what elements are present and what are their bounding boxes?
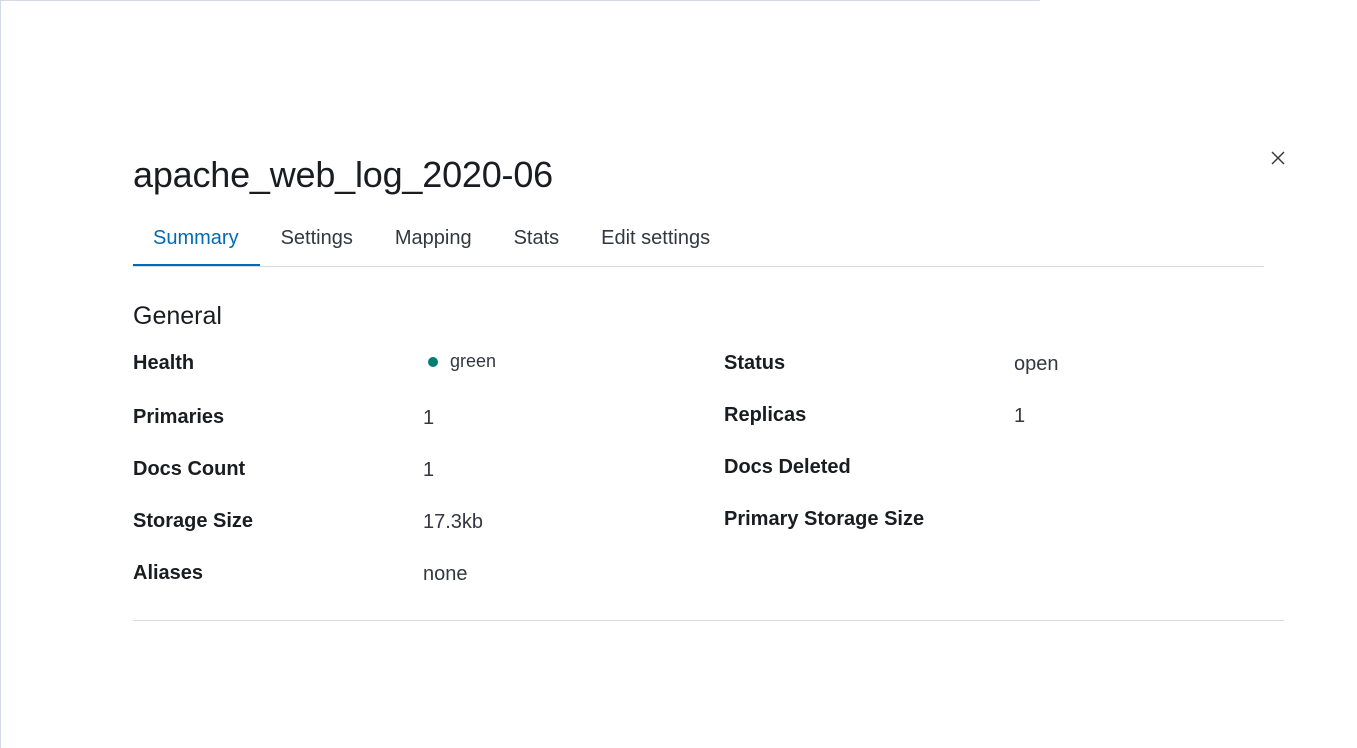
tab-mapping[interactable]: Mapping [374, 212, 493, 265]
tab-edit-settings[interactable]: Edit settings [580, 212, 731, 265]
status-value: open [1014, 353, 1059, 375]
replicas-label: Replicas [724, 404, 807, 426]
tab-stats-label: Stats [513, 227, 560, 249]
tab-stats[interactable]: Stats [493, 212, 581, 265]
section-title-general: General [133, 302, 222, 330]
docs-count-label: Docs Count [133, 458, 246, 480]
primaries-label: Primaries [133, 406, 225, 428]
close-button[interactable] [1266, 146, 1290, 170]
flyout-title: apache_web_log_2020-06 [133, 154, 553, 195]
tab-summary-label: Summary [153, 227, 239, 249]
status-label: Status [724, 352, 786, 374]
tab-settings[interactable]: Settings [260, 212, 374, 265]
tab-edit-settings-label: Edit settings [601, 227, 711, 249]
primary-storage-size-label: Primary Storage Size [724, 508, 925, 530]
health-value: green [426, 351, 496, 372]
tab-mapping-label: Mapping [394, 227, 472, 249]
storage-size-label: Storage Size [133, 510, 254, 532]
health-status-dot-icon [428, 356, 438, 367]
tab-summary[interactable]: Summary [133, 212, 260, 266]
primaries-value: 1 [423, 407, 435, 429]
close-icon [1271, 151, 1285, 165]
health-value-text: green [450, 351, 497, 371]
aliases-value: none [423, 563, 468, 585]
docs-deleted-label: Docs Deleted [724, 456, 851, 478]
docs-count-value: 1 [423, 459, 435, 481]
index-details-flyout: apache_web_log_2020-06 Summary Settings … [0, 0, 1357, 748]
section-divider [133, 620, 1284, 621]
tab-settings-label: Settings [280, 227, 353, 249]
health-label: Health [133, 352, 195, 374]
aliases-label: Aliases [133, 562, 204, 584]
replicas-value: 1 [1014, 405, 1026, 427]
tab-bar: Summary Settings Mapping Stats Edit sett… [133, 212, 1264, 267]
storage-size-value: 17.3kb [423, 511, 484, 533]
